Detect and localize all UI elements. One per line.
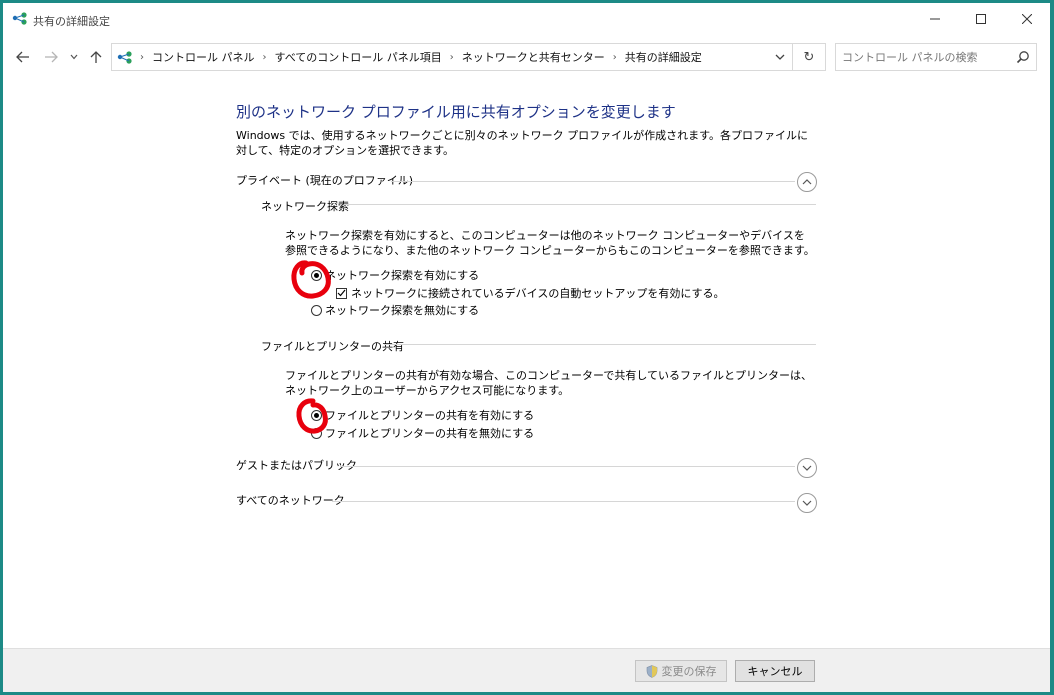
- network-discovery-disable-radio[interactable]: [311, 304, 322, 316]
- window-title: 共有の詳細設定: [33, 15, 110, 28]
- collapse-private-button[interactable]: [797, 172, 817, 192]
- up-button[interactable]: [87, 47, 105, 67]
- breadcrumb-control-panel[interactable]: コントロール パネル: [146, 49, 261, 65]
- chevron-right-icon[interactable]: ›: [611, 52, 619, 63]
- forward-arrow-icon: [45, 51, 58, 63]
- auto-setup-option[interactable]: ネットワークに接続されているデバイスの自動セットアップを有効にする。: [336, 285, 724, 301]
- search-input[interactable]: [842, 49, 1010, 65]
- file-sharing-disable-option[interactable]: ファイルとプリンターの共有を無効にする: [311, 425, 534, 441]
- file-sharing-enable-option[interactable]: ファイルとプリンターの共有を有効にする: [311, 407, 534, 423]
- address-history-dropdown[interactable]: [772, 49, 788, 65]
- chevron-right-icon: ›: [140, 51, 144, 63]
- private-profile-label: プライベート (現在のプロファイル): [236, 174, 414, 187]
- cancel-button[interactable]: キャンセル: [735, 660, 815, 682]
- close-button[interactable]: [1004, 3, 1050, 35]
- network-icon: [12, 12, 27, 25]
- refresh-icon: ↻: [803, 49, 815, 65]
- subsection-divider: [344, 204, 816, 205]
- expand-all-networks-button[interactable]: [797, 493, 817, 513]
- breadcrumb-all-items[interactable]: すべてのコントロール パネル項目: [269, 49, 448, 65]
- network-discovery-disable-label: ネットワーク探索を無効にする: [325, 304, 480, 317]
- search-box[interactable]: [835, 43, 1037, 71]
- breadcrumb: › コントロール パネル › すべてのコントロール パネル項目 › ネットワーク…: [138, 44, 708, 70]
- refresh-button[interactable]: ↻: [799, 47, 819, 67]
- chevron-right-icon[interactable]: ›: [448, 52, 456, 63]
- chevron-down-icon: [802, 465, 812, 471]
- all-networks-label: すべてのネットワーク: [236, 494, 345, 507]
- network-discovery-enable-label: ネットワーク探索を有効にする: [325, 269, 480, 282]
- all-networks-header[interactable]: すべてのネットワーク: [236, 491, 345, 509]
- address-divider: [792, 44, 793, 70]
- maximize-icon: [976, 14, 986, 24]
- checkmark-icon: [337, 289, 346, 297]
- search-icon[interactable]: [1016, 50, 1030, 64]
- title-bar: 共有の詳細設定: [3, 3, 1050, 37]
- chevron-down-icon: [775, 54, 785, 60]
- annotation-circle-mark: [296, 398, 328, 434]
- chevron-down-icon: [802, 500, 812, 506]
- chevron-right-icon[interactable]: ›: [261, 52, 269, 63]
- subsection-divider: [384, 344, 816, 345]
- breadcrumb-advanced-sharing[interactable]: 共有の詳細設定: [619, 49, 708, 65]
- up-arrow-icon: [90, 51, 102, 63]
- breadcrumb-network-sharing-center[interactable]: ネットワークと共有センター: [456, 49, 611, 65]
- file-sharing-enable-label: ファイルとプリンターの共有を有効にする: [325, 409, 535, 422]
- annotation-circle-mark: [291, 260, 331, 299]
- private-profile-header[interactable]: プライベート (現在のプロファイル): [236, 171, 413, 189]
- expand-guest-button[interactable]: [797, 458, 817, 478]
- save-changes-label: 変更の保存: [661, 665, 717, 678]
- save-changes-button[interactable]: 変更の保存: [635, 660, 727, 682]
- page-title: 別のネットワーク プロファイル用に共有オプションを変更します: [236, 103, 676, 121]
- section-divider: [332, 501, 795, 502]
- minimize-icon: [930, 18, 940, 20]
- back-arrow-icon: [16, 51, 29, 63]
- network-discovery-label: ネットワーク探索: [261, 200, 349, 213]
- auto-setup-label: ネットワークに接続されているデバイスの自動セットアップを有効にする。: [351, 287, 725, 300]
- network-discovery-description: ネットワーク探索を有効にすると、このコンピューターは他のネットワーク コンピュー…: [285, 229, 815, 257]
- maximize-button[interactable]: [958, 3, 1004, 35]
- guest-profile-header[interactable]: ゲストまたはパブリック: [236, 456, 357, 474]
- section-divider: [340, 466, 795, 467]
- auto-setup-checkbox[interactable]: [336, 287, 347, 299]
- page-description: Windows では、使用するネットワークごとに別々のネットワーク プロファイル…: [236, 129, 808, 157]
- control-panel-window: 共有の詳細設定 › コントロール パネル › すべてのコントロール パネル項目 …: [3, 3, 1050, 692]
- address-bar[interactable]: › コントロール パネル › すべてのコントロール パネル項目 › ネットワーク…: [111, 43, 826, 71]
- footer-bar: 変更の保存 キャンセル: [3, 648, 1050, 692]
- network-icon: [117, 51, 132, 64]
- forward-button[interactable]: [41, 47, 61, 67]
- file-sharing-disable-label: ファイルとプリンターの共有を無効にする: [325, 427, 535, 440]
- back-button[interactable]: [13, 47, 33, 67]
- recent-locations-button[interactable]: [67, 47, 81, 67]
- guest-profile-label: ゲストまたはパブリック: [236, 459, 357, 472]
- minimize-button[interactable]: [912, 3, 958, 35]
- file-printer-sharing-description: ファイルとプリンターの共有が有効な場合、このコンピューターで共有しているファイル…: [285, 369, 813, 397]
- cancel-label: キャンセル: [747, 665, 803, 678]
- shield-icon: [646, 664, 657, 678]
- network-discovery-disable-option[interactable]: ネットワーク探索を無効にする: [311, 302, 479, 318]
- chevron-down-icon: [70, 54, 78, 60]
- section-divider: [391, 181, 795, 182]
- close-icon: [1022, 14, 1032, 24]
- chevron-up-icon: [802, 179, 812, 185]
- file-printer-sharing-label: ファイルとプリンターの共有: [261, 340, 404, 353]
